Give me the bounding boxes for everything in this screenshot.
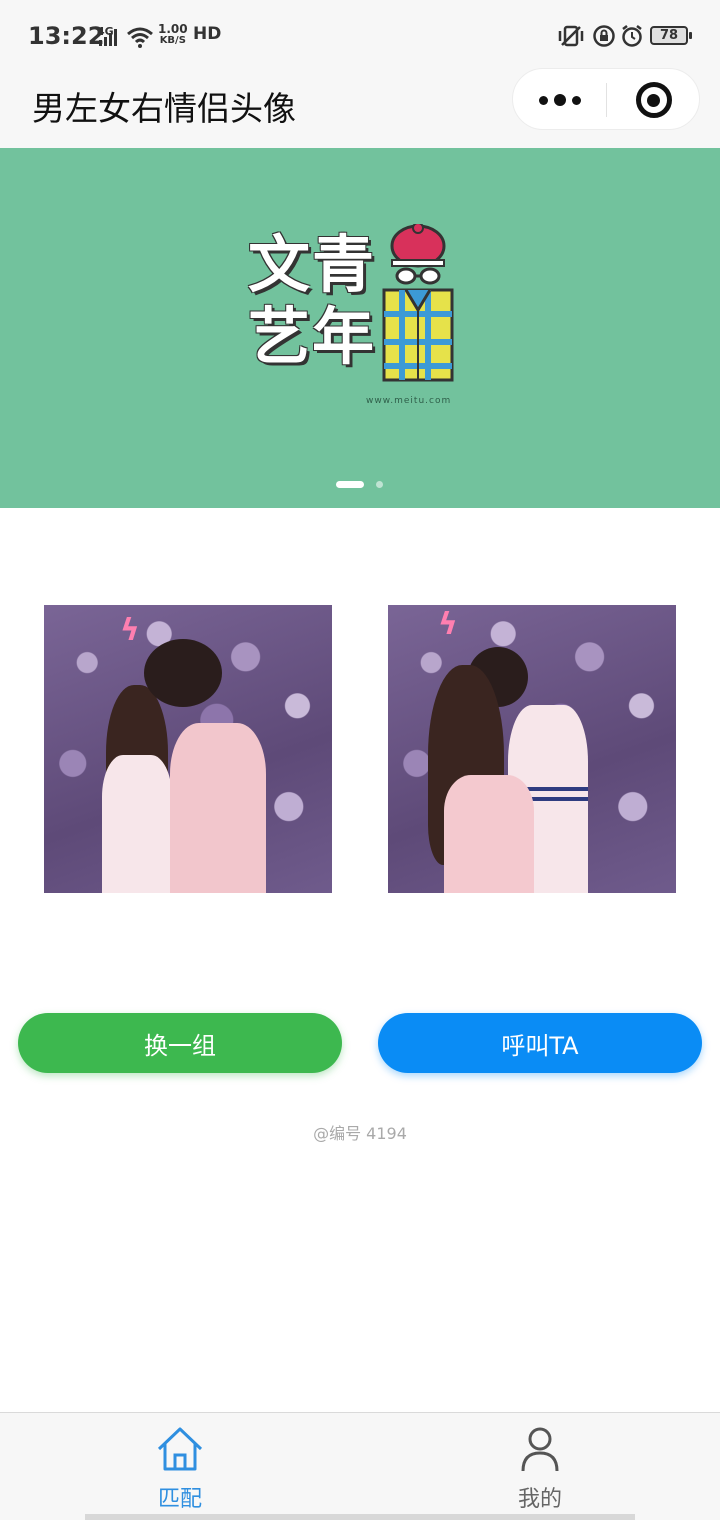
- carousel-dot-active[interactable]: [336, 481, 364, 488]
- banner-text-line1: 文青: [248, 228, 377, 301]
- serial-number: @编号 4194: [313, 1124, 407, 1143]
- neon-bolt-decoration: ϟ: [438, 607, 458, 642]
- status-bar: 13:22 4G 1.00 KB/S HD 78: [0, 0, 720, 74]
- mini-program-capsule: [512, 68, 700, 130]
- target-close-icon: [635, 82, 672, 118]
- rotation-lock-icon: [593, 25, 615, 47]
- wifi-icon: [127, 27, 153, 48]
- network-speed: 1.00 KB/S: [158, 22, 188, 46]
- banner-artwork: 文青 艺年 www.meitu.com: [240, 224, 470, 414]
- call-ta-button[interactable]: 呼叫TA: [378, 1013, 702, 1073]
- person-icon: [521, 1427, 559, 1472]
- more-icon-dot: [571, 95, 581, 105]
- more-icon-dot: [538, 95, 548, 105]
- shuffle-button[interactable]: 换一组: [18, 1013, 342, 1073]
- home-icon: [157, 1427, 203, 1471]
- nav-bar: 男左女右情侣头像: [0, 68, 720, 148]
- female-avatar-image[interactable]: ϟ: [388, 605, 676, 893]
- speed-value: 1.00: [158, 22, 188, 36]
- carousel-dot[interactable]: [376, 481, 383, 488]
- more-icon-dot: [553, 94, 566, 106]
- close-button[interactable]: [607, 69, 700, 131]
- tab-match-label: 匹配: [157, 1487, 202, 1512]
- alarm-icon: [622, 25, 642, 47]
- male-avatar-image[interactable]: ϟ: [44, 605, 332, 893]
- banner-text-line2: 艺年: [248, 300, 377, 373]
- battery-indicator: 78: [650, 26, 692, 45]
- shirt-illustration: [382, 224, 454, 382]
- neon-bolt-decoration: ϟ: [120, 613, 140, 648]
- signal-icon: [99, 29, 117, 46]
- page-title: 男左女右情侣头像: [32, 89, 296, 128]
- speed-unit: KB/S: [159, 35, 186, 46]
- more-button[interactable]: [513, 69, 606, 131]
- vibrate-off-icon: [558, 25, 584, 47]
- banner-url: www.meitu.com: [366, 396, 452, 406]
- tab-match[interactable]: 匹配: [0, 1413, 360, 1520]
- hd-indicator: HD: [193, 24, 222, 44]
- tab-mine-label: 我的: [517, 1487, 562, 1512]
- tab-bar: 匹配 我的: [0, 1412, 720, 1520]
- banner-carousel[interactable]: 文青 艺年 www.meitu.com: [0, 148, 720, 508]
- status-time: 13:22: [28, 22, 105, 50]
- tab-mine[interactable]: 我的: [360, 1413, 720, 1520]
- gesture-bar: [85, 1514, 635, 1520]
- carousel-indicators: [0, 481, 720, 489]
